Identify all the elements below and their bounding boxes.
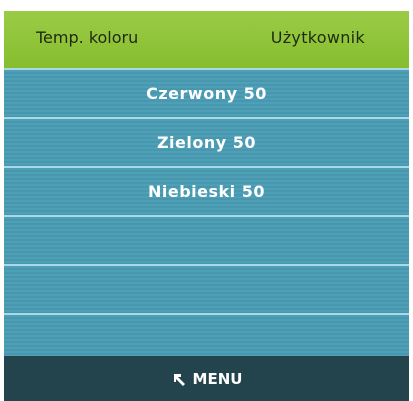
menu-item-label: Czerwony 50 [146, 84, 267, 103]
menu-item-red[interactable]: Czerwony 50 [4, 68, 409, 119]
back-arrow-icon [171, 370, 189, 388]
page-title: Temp. koloru [36, 28, 139, 47]
color-temp-mode-value[interactable]: Użytkownik [271, 28, 365, 47]
menu-item-empty [4, 217, 409, 266]
menu-item-green[interactable]: Zielony 50 [4, 119, 409, 168]
menu-item-label: Zielony 50 [156, 133, 257, 152]
back-label: MENU [192, 369, 243, 388]
back-to-menu-button[interactable]: MENU [4, 356, 409, 401]
menu-list: Czerwony 50 Zielony 50 Niebieski 50 [4, 68, 409, 364]
menu-item-blue[interactable]: Niebieski 50 [4, 168, 409, 217]
menu-item-label: Niebieski 50 [148, 182, 265, 201]
osd-screen: Temp. koloru Użytkownik Czerwony 50 Ziel… [4, 11, 409, 401]
menu-header: Temp. koloru Użytkownik [4, 11, 409, 68]
menu-item-empty [4, 266, 409, 315]
